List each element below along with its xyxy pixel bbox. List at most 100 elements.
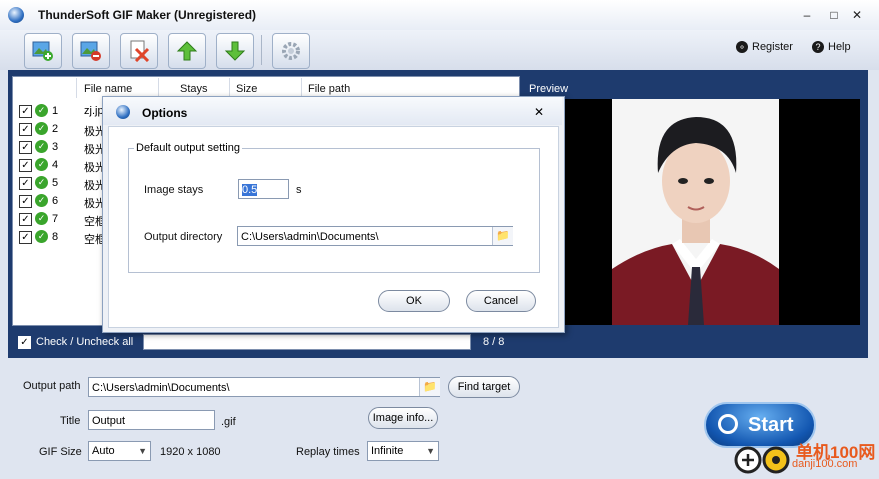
image-stays-unit: s xyxy=(296,184,302,196)
image-stays-label: Image stays xyxy=(144,184,204,196)
list-item[interactable]: ✓ ✓ 5 极光 xyxy=(16,175,116,192)
check-all-label[interactable]: Check / Uncheck all xyxy=(36,336,133,348)
move-down-icon xyxy=(224,41,246,61)
list-item[interactable]: ✓ ✓ 2 极光 xyxy=(16,121,116,138)
list-item[interactable]: ✓ ✓ 3 极光 xyxy=(16,139,116,156)
find-target-button[interactable]: Find target xyxy=(448,376,520,398)
row-checkbox[interactable]: ✓ xyxy=(19,231,32,244)
gif-size-label: GIF Size xyxy=(39,446,82,458)
row-checkbox[interactable]: ✓ xyxy=(19,105,32,118)
minimize-button[interactable]: – xyxy=(796,6,818,24)
folder-icon: 📁 xyxy=(496,230,510,242)
chevron-down-icon: ▼ xyxy=(426,446,435,456)
help-icon: ? xyxy=(812,41,824,54)
preview-photo xyxy=(612,99,779,325)
replay-times-select[interactable]: Infinite ▼ xyxy=(367,441,439,461)
dialog-browse-button[interactable]: 📁 xyxy=(492,227,513,245)
add-image-button[interactable] xyxy=(24,33,62,69)
image-stays-field[interactable]: 0.5 xyxy=(238,179,289,199)
list-item[interactable]: ✓ ✓ 6 极光 xyxy=(16,193,116,210)
help-link[interactable]: ? Help xyxy=(812,41,851,54)
move-up-icon xyxy=(176,41,198,61)
settings-button[interactable] xyxy=(272,33,310,69)
status-ok-icon: ✓ xyxy=(35,230,48,243)
title-field[interactable]: Output xyxy=(88,410,215,430)
window-title: ThunderSoft GIF Maker (Unregistered) xyxy=(38,8,257,22)
preview-title: Preview xyxy=(529,83,569,95)
clear-list-button[interactable] xyxy=(120,33,158,69)
add-image-icon xyxy=(32,41,53,61)
register-label: Register xyxy=(752,41,793,53)
move-up-button[interactable] xyxy=(168,33,206,69)
maximize-button[interactable]: □ xyxy=(823,6,845,24)
column-divider xyxy=(229,78,230,98)
watermark-logo-icon xyxy=(734,446,790,474)
check-all-checkbox[interactable]: ✓ xyxy=(18,336,31,349)
help-label: Help xyxy=(828,41,851,53)
move-down-button[interactable] xyxy=(216,33,254,69)
cancel-button[interactable]: Cancel xyxy=(466,290,536,312)
output-directory-field[interactable]: C:\Users\admin\Documents\ xyxy=(237,226,513,246)
title-label: Title xyxy=(60,415,81,427)
group-legend: Default output setting xyxy=(134,142,242,154)
column-divider xyxy=(76,78,77,98)
image-info-button[interactable]: Image info... xyxy=(368,407,438,429)
row-number: 6 xyxy=(52,195,59,207)
title-extension: .gif xyxy=(221,416,236,428)
clear-list-icon xyxy=(130,40,150,62)
column-header-file-path[interactable]: File path xyxy=(308,83,350,97)
row-checkbox[interactable]: ✓ xyxy=(19,159,32,172)
replay-times-label: Replay times xyxy=(296,446,360,458)
toolbar-separator xyxy=(261,35,262,65)
settings-gear-icon xyxy=(282,42,300,60)
replay-times-value: Infinite xyxy=(371,445,404,457)
row-number: 5 xyxy=(52,177,59,189)
remove-image-icon xyxy=(80,41,101,61)
ok-button[interactable]: OK xyxy=(378,290,450,312)
output-directory-value: C:\Users\admin\Documents\ xyxy=(241,231,379,243)
row-checkbox[interactable]: ✓ xyxy=(19,141,32,154)
remove-image-button[interactable] xyxy=(72,33,110,69)
progress-bar xyxy=(143,334,471,350)
column-header-size[interactable]: Size xyxy=(236,83,257,97)
row-checkbox[interactable]: ✓ xyxy=(19,195,32,208)
title-value: Output xyxy=(92,415,126,427)
output-path-label: Output path xyxy=(23,380,81,392)
status-ok-icon: ✓ xyxy=(35,140,48,153)
row-number: 3 xyxy=(52,141,59,153)
status-ok-icon: ✓ xyxy=(35,212,48,225)
key-icon: ⚬ xyxy=(736,41,748,54)
dialog-app-icon xyxy=(116,105,130,119)
folder-icon: 📁 xyxy=(423,381,437,393)
list-item[interactable]: ✓ ✓ 4 极光 xyxy=(16,157,116,174)
list-item[interactable]: ✓ ✓ 1 zj.jpg xyxy=(16,103,116,120)
start-label: Start xyxy=(748,414,794,436)
checked-count: 8 / 8 xyxy=(483,336,505,348)
image-stays-value: 0.5 xyxy=(242,184,258,196)
close-button[interactable]: ✕ xyxy=(846,6,868,24)
watermark-url: danji100.com xyxy=(792,458,858,470)
column-divider xyxy=(158,78,159,98)
browse-folder-button[interactable]: 📁 xyxy=(419,378,440,396)
row-checkbox[interactable]: ✓ xyxy=(19,177,32,190)
status-ok-icon: ✓ xyxy=(35,176,48,189)
gif-dimensions: 1920 x 1080 xyxy=(160,446,221,458)
list-item[interactable]: ✓ ✓ 8 空框 xyxy=(16,229,116,246)
output-directory-label: Output directory xyxy=(144,231,223,243)
register-link[interactable]: ⚬ Register xyxy=(736,41,793,54)
gif-size-select[interactable]: Auto ▼ xyxy=(88,441,151,461)
output-path-value: C:\Users\admin\Documents\ xyxy=(92,382,230,394)
row-number: 2 xyxy=(52,123,59,135)
dialog-close-icon[interactable]: ✕ xyxy=(534,105,544,119)
row-number: 7 xyxy=(52,213,59,225)
list-item[interactable]: ✓ ✓ 7 空框 xyxy=(16,211,116,228)
row-checkbox[interactable]: ✓ xyxy=(19,123,32,136)
gif-size-value: Auto xyxy=(92,445,115,457)
row-checkbox[interactable]: ✓ xyxy=(19,213,32,226)
column-header-file-name[interactable]: File name xyxy=(84,83,132,97)
status-ok-icon: ✓ xyxy=(35,158,48,171)
status-ok-icon: ✓ xyxy=(35,122,48,135)
output-path-field[interactable]: C:\Users\admin\Documents\ xyxy=(88,377,440,397)
column-header-stays[interactable]: Stays xyxy=(180,83,208,97)
chevron-down-icon: ▼ xyxy=(138,446,147,456)
